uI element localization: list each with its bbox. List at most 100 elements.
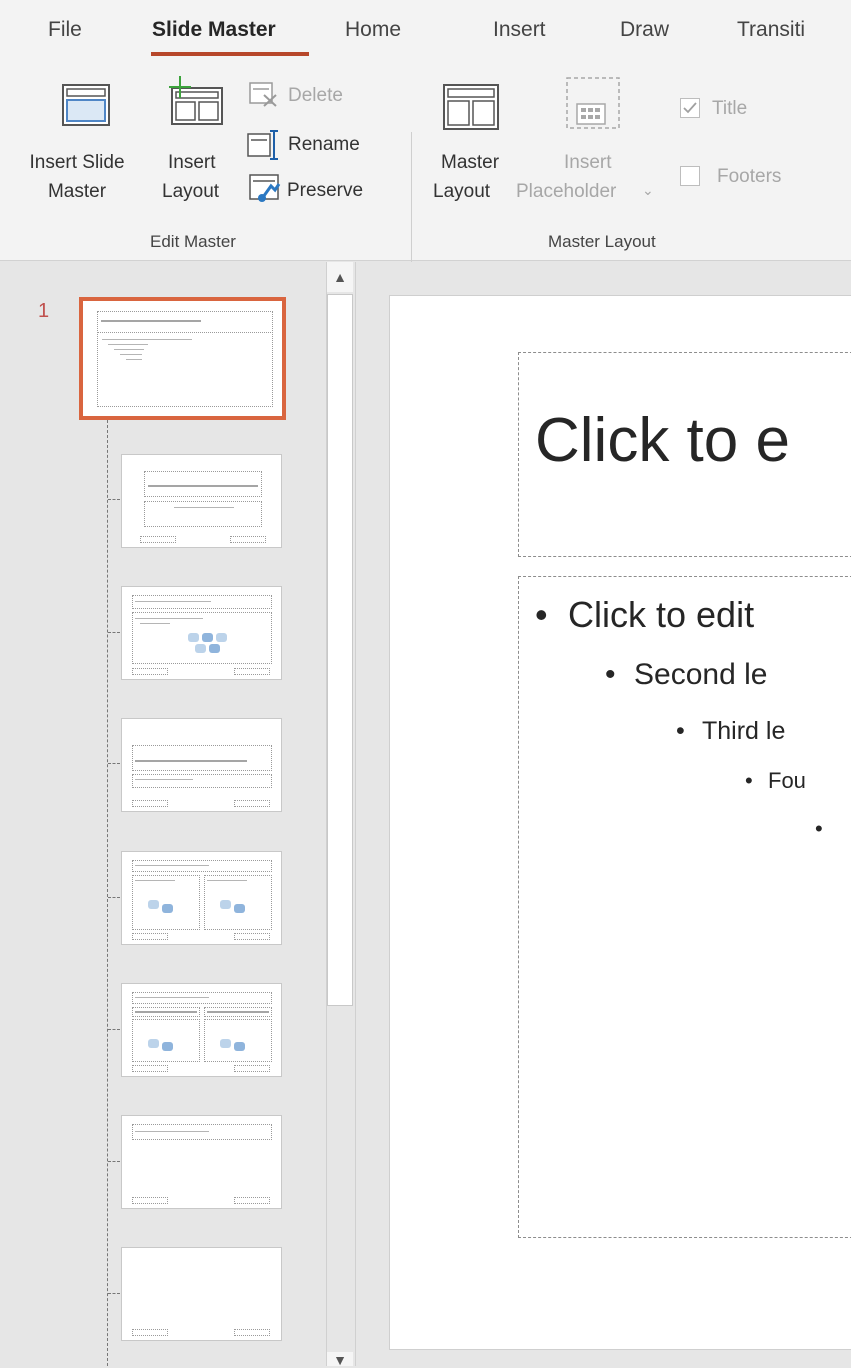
bullet-level-2[interactable]: Second le [634, 658, 767, 692]
thumb-content-icon [220, 900, 231, 909]
scroll-up-icon[interactable]: ▲ [327, 262, 353, 292]
preserve-icon [249, 174, 281, 202]
layout-thumbnail[interactable] [121, 586, 282, 680]
slide-number: 1 [38, 300, 50, 322]
thumb-content-icon [188, 633, 199, 642]
insert-placeholder-label-2: Placeholder [516, 181, 617, 202]
thumb-text-line [140, 623, 170, 624]
insert-layout-label-2: Layout [162, 181, 220, 202]
bullet-marker: • [535, 594, 548, 635]
layout-thumbnail[interactable] [121, 851, 282, 945]
thumb-footer [234, 933, 270, 940]
insert-slide-master-label-2: Master [47, 181, 107, 202]
master-layout-label-1: Master [441, 152, 500, 173]
thumb-content-icon [162, 904, 173, 913]
thumb-title-line [135, 865, 209, 866]
thumb-heading-line [135, 1011, 197, 1013]
tab-transitions[interactable]: Transiti [737, 18, 805, 42]
ribbon-tab-bar: File Slide Master Home Insert Draw Trans… [0, 0, 851, 62]
thumb-footer [234, 1065, 270, 1072]
thumb-text-line [135, 618, 203, 619]
checkbox-icon [680, 98, 700, 118]
thumb-content-icon [148, 900, 159, 909]
thumb-title-line [101, 320, 201, 322]
bullet-marker: • [605, 658, 616, 691]
thumb-text-line [102, 339, 192, 340]
slide-title-text[interactable]: Click to e [535, 405, 790, 476]
thumb-title-line [135, 1131, 209, 1132]
thumb-text-line [114, 349, 144, 350]
bullet-marker: • [815, 816, 823, 841]
thumb-content-placeholder [132, 875, 200, 930]
scrollbar-thumb[interactable] [327, 294, 353, 1006]
thumb-title-placeholder [132, 595, 272, 609]
ribbon: Insert Slide Master Insert Layout Delete [0, 62, 851, 308]
thumb-title-line [148, 485, 258, 487]
thumb-content-placeholder [204, 875, 272, 930]
bullet-marker: • [676, 717, 685, 745]
layout-tree-line [107, 420, 108, 1366]
thumb-content-icon [162, 1042, 173, 1051]
layout-thumbnail[interactable] [121, 718, 282, 812]
thumb-content-icon [234, 904, 245, 913]
thumb-text-line [135, 880, 175, 881]
thumb-text-line [120, 354, 142, 355]
chevron-down-icon: ⌄ [642, 182, 654, 198]
insert-slide-master-icon [62, 84, 110, 126]
scroll-down-icon[interactable]: ▼ [327, 1352, 353, 1368]
thumb-content-icon [148, 1039, 159, 1048]
thumb-content-placeholder [132, 1019, 200, 1062]
layout-thumbnail[interactable] [121, 454, 282, 548]
bullet-level-1[interactable]: Click to edit [568, 594, 754, 636]
tree-connector [108, 1293, 120, 1294]
thumb-text-line [174, 507, 234, 508]
layout-thumbnail[interactable] [121, 1247, 282, 1341]
tree-connector [108, 897, 120, 898]
tab-slide-master[interactable]: Slide Master [152, 18, 276, 42]
bullet-level-4[interactable]: Fou [768, 768, 806, 794]
thumb-content-icon [220, 1039, 231, 1048]
slide-master-thumbnail[interactable] [79, 297, 286, 420]
thumb-footer [234, 668, 270, 675]
bullet-level-3[interactable]: Third le [702, 717, 785, 746]
thumb-heading-line [207, 1011, 269, 1013]
tree-connector [108, 499, 120, 500]
thumb-footer [132, 1197, 168, 1204]
thumb-footer [140, 536, 176, 543]
thumb-footer [132, 933, 168, 940]
master-layout-label-2: Layout [433, 181, 491, 202]
thumb-footer [234, 800, 270, 807]
thumb-footer [234, 1197, 270, 1204]
tree-connector [108, 1029, 120, 1030]
active-tab-indicator [151, 52, 309, 56]
thumb-text-line [108, 344, 148, 345]
layout-thumbnail[interactable] [121, 983, 282, 1077]
insert-slide-master-label-1: Insert Slide [29, 152, 125, 173]
master-layout-icon [443, 84, 499, 130]
layout-thumbnail[interactable] [121, 1115, 282, 1209]
tab-draw[interactable]: Draw [620, 18, 669, 42]
tab-file[interactable]: File [48, 18, 82, 42]
thumb-footer [230, 536, 266, 543]
tab-home[interactable]: Home [345, 18, 401, 42]
delete-label: Delete [288, 85, 343, 106]
thumb-footer [234, 1329, 270, 1336]
thumb-title-placeholder [144, 471, 262, 497]
thumb-title-placeholder [132, 745, 272, 771]
thumb-title-placeholder [132, 1124, 272, 1140]
thumb-subtitle-placeholder [144, 501, 262, 527]
thumb-text-line [207, 880, 247, 881]
tree-connector [108, 1161, 120, 1162]
footers-checkbox-label: Footers [717, 166, 782, 187]
thumb-content-placeholder [204, 1019, 272, 1062]
edit-master-group-label: Edit Master [150, 232, 236, 251]
insert-placeholder-icon [566, 77, 620, 129]
thumb-content-icon [195, 644, 206, 653]
thumb-footer [132, 1065, 168, 1072]
title-checkbox-label: Title [712, 98, 748, 119]
thumb-title-line [135, 601, 211, 602]
thumb-text-line [126, 359, 142, 360]
tab-insert[interactable]: Insert [493, 18, 546, 42]
thumb-content-icon [209, 644, 220, 653]
rename-icon [247, 130, 278, 160]
